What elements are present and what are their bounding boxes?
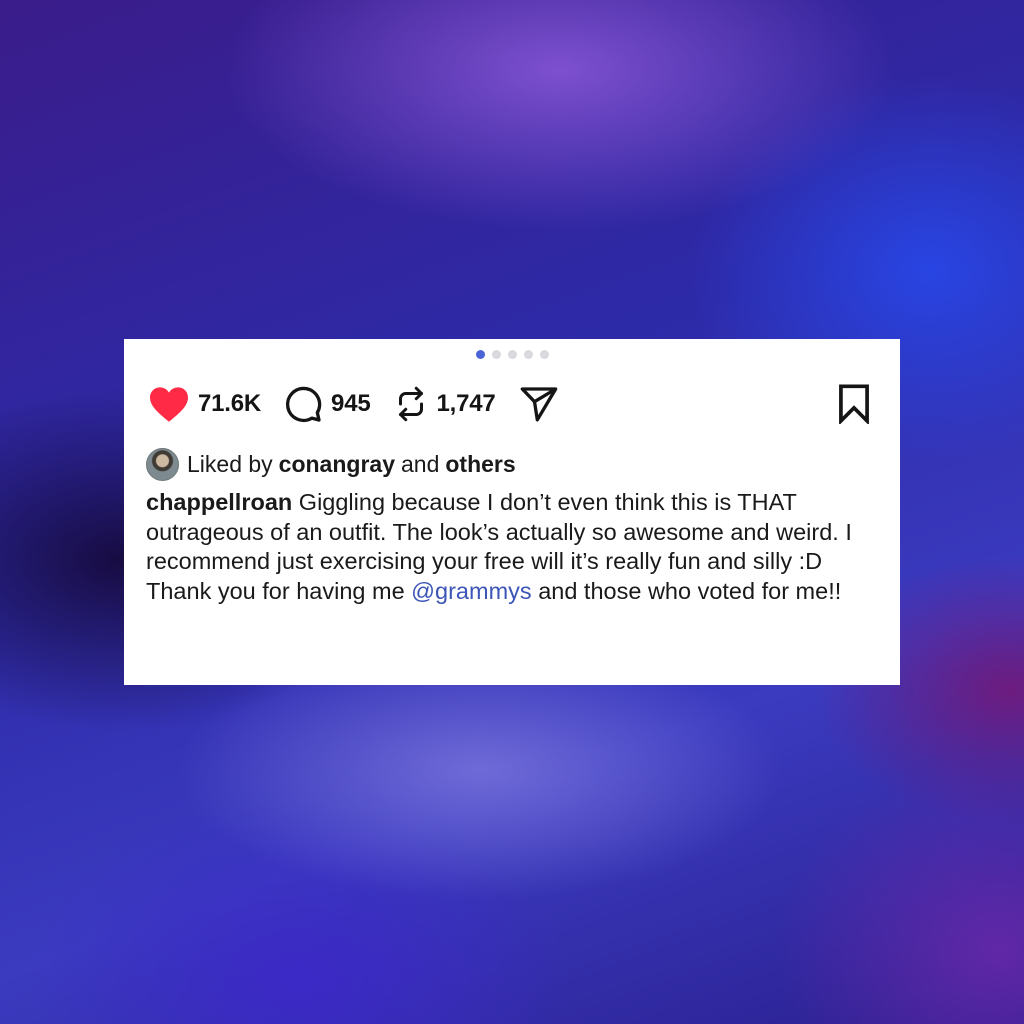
caption-thanks-end: and those who voted for me!! bbox=[538, 577, 842, 604]
comment-button[interactable]: 945 bbox=[283, 384, 371, 424]
liked-by-user[interactable]: conangray bbox=[279, 451, 395, 478]
caption-line-2: Thank you for having me @grammys and tho… bbox=[146, 577, 870, 607]
comment-icon bbox=[283, 384, 323, 424]
caption-line-1: chappellroan Giggling because I don’t ev… bbox=[146, 488, 870, 577]
carousel-dot-active[interactable] bbox=[475, 350, 485, 359]
action-bar: 71.6K 945 1,747 bbox=[148, 381, 876, 427]
comment-count: 945 bbox=[331, 390, 371, 417]
liked-by-prefix: Liked by bbox=[187, 451, 273, 477]
carousel-dot[interactable] bbox=[491, 350, 501, 359]
save-button[interactable] bbox=[836, 384, 872, 424]
avatar[interactable] bbox=[146, 448, 179, 481]
post-caption: chappellroan Giggling because I don’t ev… bbox=[146, 488, 870, 606]
heart-filled-icon bbox=[148, 385, 190, 423]
caption-username[interactable]: chappellroan bbox=[146, 489, 292, 515]
repost-button[interactable]: 1,747 bbox=[393, 384, 496, 424]
like-count: 71.6K bbox=[198, 390, 262, 417]
like-button[interactable]: 71.6K bbox=[148, 385, 261, 423]
liked-by-row: Liked by conangray and others bbox=[146, 448, 522, 481]
caption-thanks: Thank you for having me bbox=[146, 577, 405, 604]
carousel-indicator bbox=[124, 350, 900, 359]
page-background: { "carousel": { "total": 5, "active_inde… bbox=[0, 0, 1024, 1024]
liked-by-joiner: and bbox=[401, 451, 440, 477]
carousel-dot[interactable] bbox=[523, 350, 533, 359]
bookmark-icon bbox=[836, 384, 872, 424]
repost-icon bbox=[393, 384, 429, 424]
post-card: 71.6K 945 1,747 Liked by conangray and o… bbox=[124, 339, 900, 685]
liked-by-others[interactable]: others bbox=[445, 451, 515, 478]
carousel-dot[interactable] bbox=[539, 350, 549, 359]
repost-count: 1,747 bbox=[436, 390, 496, 417]
mention-link[interactable]: @grammys bbox=[411, 578, 531, 604]
share-button[interactable] bbox=[518, 384, 560, 424]
send-icon bbox=[518, 384, 560, 424]
carousel-dot[interactable] bbox=[507, 350, 517, 359]
